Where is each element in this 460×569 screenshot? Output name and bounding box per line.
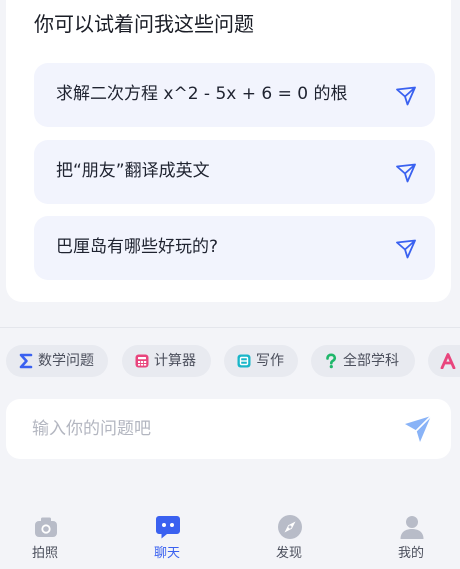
- tab-label: 聊天: [153, 546, 180, 561]
- calculator-icon: [135, 354, 149, 368]
- tab-label: 拍照: [31, 546, 58, 561]
- letter-a-icon: [440, 353, 456, 369]
- suggestions-card: 你可以试着问我这些问题 求解二次方程 x^2 - 5x + 6 = 0 的根 把…: [6, 0, 451, 302]
- chip-more[interactable]: [428, 345, 460, 377]
- suggestion-item-translate[interactable]: 把“朋友”翻译成英文: [34, 140, 435, 204]
- suggestions-title: 你可以试着问我这些问题: [34, 12, 254, 36]
- divider: [0, 327, 460, 328]
- tab-label: 我的: [397, 546, 424, 561]
- write-icon: [237, 354, 251, 368]
- chip-writing[interactable]: 写作: [224, 345, 298, 377]
- suggestion-item-bali[interactable]: 巴厘岛有哪些好玩的?: [34, 216, 435, 280]
- sigma-icon: [19, 353, 33, 369]
- compass-icon: [278, 515, 302, 539]
- chip-calculator[interactable]: 计算器: [122, 345, 211, 377]
- suggestion-text: 巴厘岛有哪些好玩的?: [56, 237, 219, 257]
- tab-discover[interactable]: 发现: [249, 510, 329, 566]
- camera-icon: [35, 517, 57, 537]
- tab-profile[interactable]: 我的: [371, 510, 451, 566]
- tab-chat[interactable]: 聊天: [127, 510, 207, 566]
- quick-chips-row[interactable]: 数学问题 计算器 写作 全部学科: [0, 345, 460, 379]
- tab-label: 发现: [275, 546, 302, 561]
- suggestion-text: 把“朋友”翻译成英文: [56, 161, 210, 181]
- user-icon: [400, 516, 424, 539]
- chat-icon: [156, 516, 180, 539]
- question-icon: [326, 353, 337, 369]
- send-icon: [396, 86, 416, 106]
- question-input-box: [6, 399, 451, 459]
- chip-math[interactable]: 数学问题: [6, 345, 108, 377]
- question-input[interactable]: [32, 413, 372, 445]
- suggestion-text: 求解二次方程 x^2 - 5x + 6 = 0 的根: [56, 84, 348, 104]
- suggestion-item-quadratic[interactable]: 求解二次方程 x^2 - 5x + 6 = 0 的根: [34, 63, 435, 127]
- chip-all-subjects[interactable]: 全部学科: [311, 345, 415, 377]
- tab-camera[interactable]: 拍照: [5, 510, 85, 566]
- chip-label: 计算器: [154, 353, 196, 369]
- chip-label: 全部学科: [343, 353, 399, 369]
- send-icon: [396, 239, 416, 259]
- send-icon[interactable]: [403, 414, 433, 444]
- send-icon: [396, 163, 416, 183]
- bottom-tab-bar: 拍照 聊天 发现 我的: [0, 500, 460, 569]
- chip-label: 数学问题: [38, 353, 94, 369]
- chip-label: 写作: [256, 353, 284, 369]
